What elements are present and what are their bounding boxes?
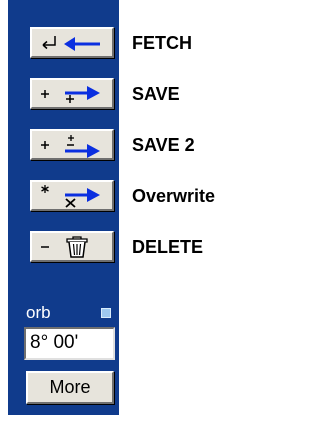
save-2-label: SAVE 2: [132, 135, 195, 155]
more-button[interactable]: More: [26, 371, 114, 404]
overwrite-button[interactable]: [30, 180, 114, 211]
save-label: SAVE: [132, 84, 180, 104]
orb-input[interactable]: 8° 00': [24, 327, 115, 360]
tool-panel: orb 8° 00' More: [8, 0, 119, 415]
fetch-label: FETCH: [132, 33, 192, 53]
plus-arrow-right-icon: [41, 86, 100, 103]
save-2-button[interactable]: [30, 129, 114, 160]
save-button[interactable]: [30, 78, 114, 109]
overwrite-label: Overwrite: [132, 186, 216, 206]
minus-trash-icon: [41, 236, 88, 258]
plus-plus-arrow-right-icon: [41, 135, 100, 158]
delete-label: DELETE: [132, 237, 204, 257]
orb-checkbox[interactable]: [101, 308, 111, 318]
fetch-button[interactable]: [30, 27, 114, 58]
asterisk-x-arrow-right-icon: [41, 185, 100, 208]
orb-label: orb: [26, 303, 51, 322]
delete-button[interactable]: [30, 231, 114, 262]
return-arrow-left-icon: [42, 36, 100, 51]
